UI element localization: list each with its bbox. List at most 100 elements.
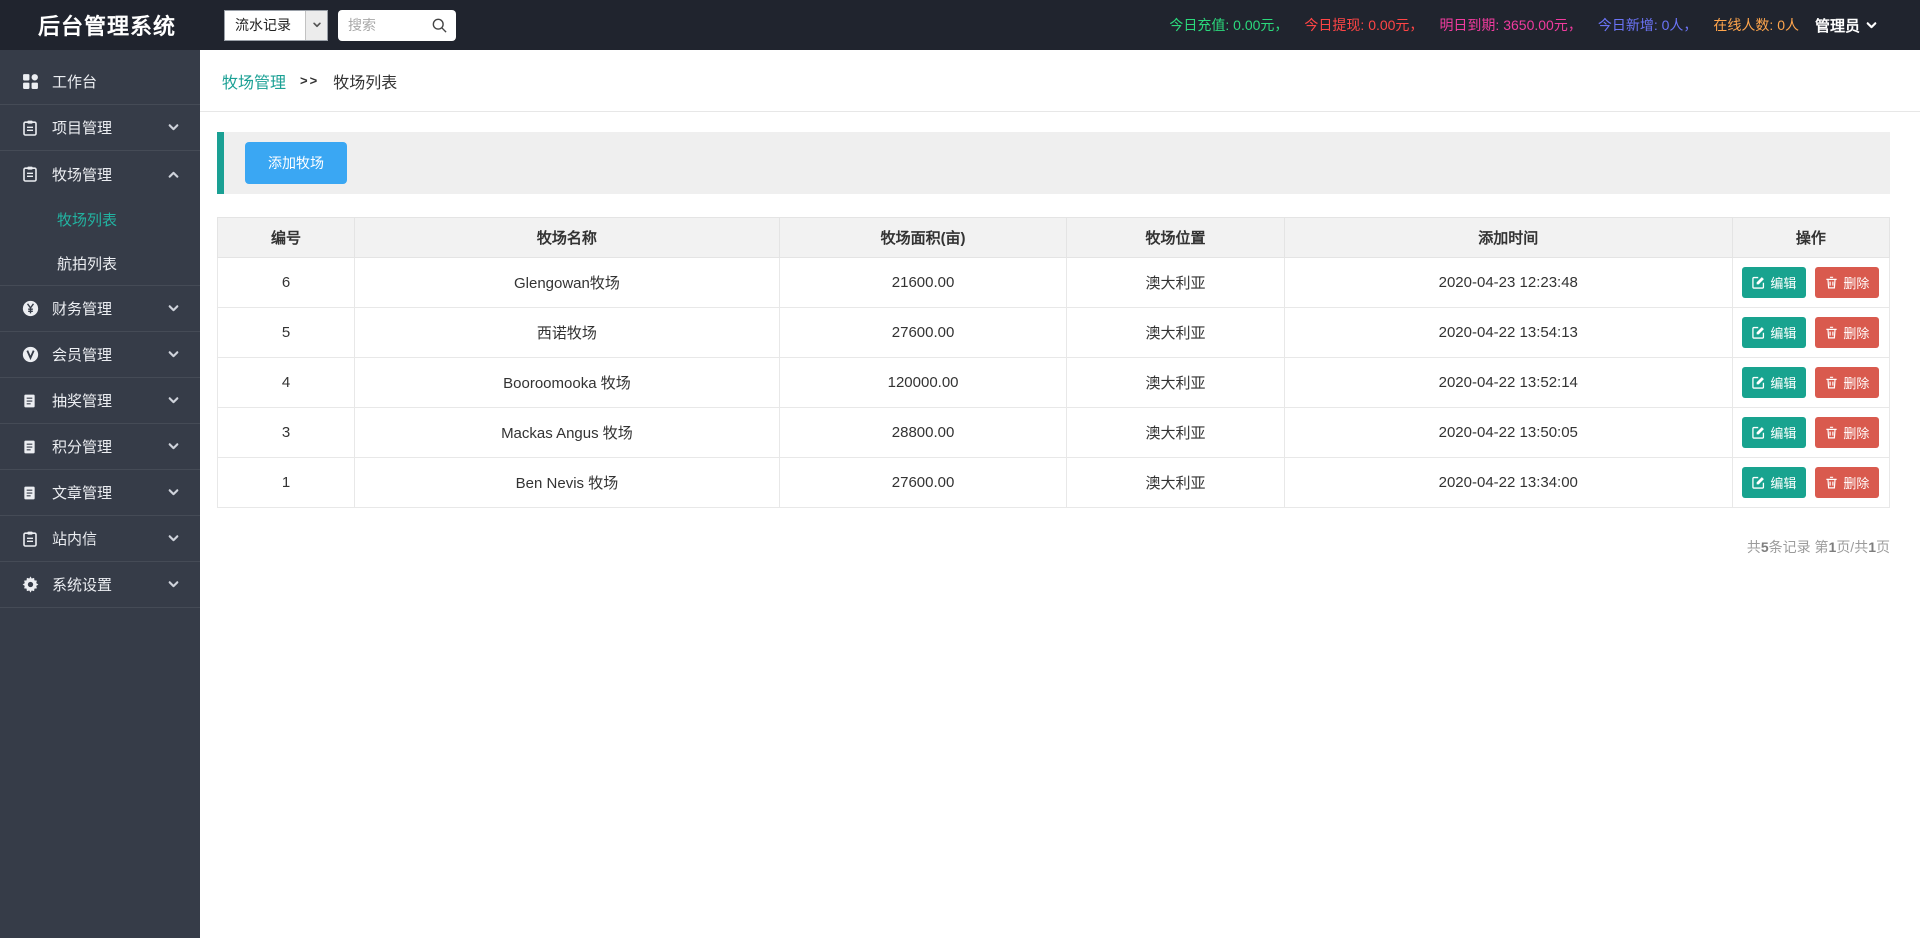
admin-chevron-down-icon xyxy=(1865,19,1878,32)
table-header-row: 编号 牧场名称 牧场面积(亩) 牧场位置 添加时间 操作 xyxy=(216,217,1891,258)
stat-value: 0.00元， xyxy=(1368,17,1424,33)
delete-button[interactable]: 删除 xyxy=(1815,467,1880,498)
cell-time: 2020-04-22 13:52:14 xyxy=(1283,357,1733,408)
edit-icon xyxy=(1752,426,1765,439)
sidebar: 工作台项目管理牧场管理牧场列表 航拍列表财务管理会员管理抽奖管理 积分管理文章管理站… xyxy=(0,50,200,938)
sidebar-item-label: 工作台 xyxy=(52,74,98,91)
delete-button[interactable]: 删除 xyxy=(1815,317,1880,348)
pagination-text: 页/共 xyxy=(1836,539,1869,555)
chevron-down-icon xyxy=(167,440,180,453)
header-id: 编号 xyxy=(216,217,356,258)
search-input[interactable]: 搜索 xyxy=(338,9,457,41)
chevron-down-icon xyxy=(167,578,180,591)
edit-icon xyxy=(1752,276,1765,289)
member-circle-icon xyxy=(22,346,39,363)
cell-area: 27600.00 xyxy=(778,457,1068,508)
table-row: 3 Mackas Angus 牧场 28800.00 澳大利亚 2020-04-… xyxy=(216,407,1891,458)
breadcrumb-parent[interactable]: 牧场管理 xyxy=(222,69,286,93)
chevron-up-icon xyxy=(167,168,180,181)
sidebar-item-farm-management[interactable]: 牧场管理 xyxy=(0,151,200,197)
breadcrumb: 牧场管理 >> 牧场列表 xyxy=(200,50,1920,112)
cell-location: 澳大利亚 xyxy=(1066,357,1285,408)
chevron-down-icon xyxy=(167,532,180,545)
cell-area: 120000.00 xyxy=(778,357,1068,408)
sidebar-item-label: 文章管理 xyxy=(52,485,113,502)
edit-button[interactable]: 编辑 xyxy=(1742,367,1807,398)
cell-id: 1 xyxy=(216,457,356,508)
stat-label: 今日充值: xyxy=(1169,17,1230,33)
sidebar-item-member-management[interactable]: 会员管理 xyxy=(0,332,200,378)
delete-button[interactable]: 删除 xyxy=(1815,267,1880,298)
edit-icon xyxy=(1752,376,1765,389)
cell-name: Ben Nevis 牧场 xyxy=(354,457,780,508)
stat-value: 3650.00元， xyxy=(1503,17,1582,33)
pagination-text: 页 xyxy=(1876,539,1890,555)
breadcrumb-current: 牧场列表 xyxy=(333,74,398,92)
breadcrumb-separator: >> xyxy=(300,73,320,88)
sidebar-item-label: 财务管理 xyxy=(52,301,113,318)
chevron-down-icon xyxy=(167,121,180,134)
delete-button[interactable]: 删除 xyxy=(1815,367,1880,398)
sidebar-item-label: 会员管理 xyxy=(52,347,113,364)
sidebar-item-workbench[interactable]: 工作台 xyxy=(0,59,200,105)
add-farm-button[interactable]: 添加牧场 xyxy=(245,142,347,184)
edit-button[interactable]: 编辑 xyxy=(1742,267,1807,298)
edit-button-label: 编辑 xyxy=(1770,476,1797,491)
delete-button-label: 删除 xyxy=(1843,276,1870,291)
cell-name: 西诺牧场 xyxy=(354,307,780,358)
record-type-select[interactable]: 流水记录 xyxy=(224,9,329,41)
document-icon xyxy=(22,392,39,409)
edit-button[interactable]: 编辑 xyxy=(1742,417,1807,448)
cell-id: 5 xyxy=(216,307,356,358)
sidebar-subitem-aerial-list[interactable]: 航拍列表 xyxy=(0,241,200,285)
sidebar-item-label: 牧场管理 xyxy=(52,166,113,184)
sidebar-item-system-settings[interactable]: 系统设置 xyxy=(0,562,200,608)
yen-circle-icon xyxy=(22,300,39,317)
chevron-down-icon xyxy=(167,486,180,499)
stat-label: 明日到期: xyxy=(1439,17,1500,33)
stat-today-recharge: 今日充值: 0.00元， xyxy=(1169,15,1288,35)
delete-button[interactable]: 删除 xyxy=(1815,417,1880,448)
header-location: 牧场位置 xyxy=(1066,217,1285,258)
cell-actions: 编辑 删除 xyxy=(1731,357,1891,408)
cell-id: 3 xyxy=(216,407,356,458)
toolbar: 添加牧场 xyxy=(217,132,1890,194)
cell-location: 澳大利亚 xyxy=(1066,307,1285,358)
trash-icon xyxy=(1825,276,1838,289)
table-row: 1 Ben Nevis 牧场 27600.00 澳大利亚 2020-04-22 … xyxy=(216,457,1891,508)
cell-time: 2020-04-23 12:23:48 xyxy=(1283,257,1733,308)
chevron-down-icon xyxy=(167,302,180,315)
submenu-farm-management: 牧场列表 航拍列表 xyxy=(0,197,200,286)
sidebar-item-lottery-management[interactable]: 抽奖管理 xyxy=(0,378,200,424)
sidebar-item-site-mail[interactable]: 站内信 xyxy=(0,516,200,562)
search-placeholder: 搜索 xyxy=(348,17,377,33)
admin-menu[interactable]: 管理员 xyxy=(1815,15,1878,36)
stat-label: 今日新增: xyxy=(1597,17,1658,33)
cell-name: Mackas Angus 牧场 xyxy=(354,407,780,458)
edit-button-label: 编辑 xyxy=(1770,426,1797,441)
grid-icon xyxy=(22,73,39,90)
cell-actions: 编辑 删除 xyxy=(1731,407,1891,458)
sidebar-subitem-farm-list[interactable]: 牧场列表 xyxy=(0,197,200,241)
sidebar-item-points-management[interactable]: 积分管理 xyxy=(0,424,200,470)
document-icon xyxy=(22,484,39,501)
chevron-down-icon xyxy=(167,348,180,361)
clipboard-icon xyxy=(22,530,39,547)
sidebar-item-article-management[interactable]: 文章管理 xyxy=(0,470,200,516)
stat-label: 今日提现: xyxy=(1304,17,1365,33)
edit-button-label: 编辑 xyxy=(1770,276,1797,291)
cell-location: 澳大利亚 xyxy=(1066,457,1285,508)
clipboard-icon xyxy=(22,119,39,136)
pagination-summary: 共5条记录 第1页/共1页 xyxy=(217,537,1890,557)
edit-button[interactable]: 编辑 xyxy=(1742,467,1807,498)
sidebar-item-finance-management[interactable]: 财务管理 xyxy=(0,286,200,332)
table-row: 6 Glengowan牧场 21600.00 澳大利亚 2020-04-23 1… xyxy=(216,257,1891,308)
header-time: 添加时间 xyxy=(1283,217,1733,258)
document-icon xyxy=(22,438,39,455)
topbar-stats: 今日充值: 0.00元， 今日提现: 0.00元， 明日到期: 3650.00元， 今… xyxy=(1169,15,1799,35)
edit-button[interactable]: 编辑 xyxy=(1742,317,1807,348)
sidebar-item-project-management[interactable]: 项目管理 xyxy=(0,105,200,151)
delete-button-label: 删除 xyxy=(1843,376,1870,391)
farm-table: 编号 牧场名称 牧场面积(亩) 牧场位置 添加时间 操作 6 Glengowan… xyxy=(216,217,1891,508)
cell-area: 27600.00 xyxy=(778,307,1068,358)
